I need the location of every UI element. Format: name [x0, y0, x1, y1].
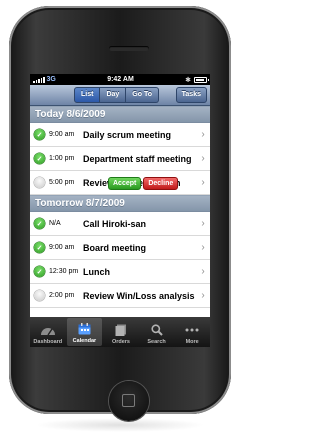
event-row[interactable]: ✓ 9:00 am Daily scrum meeting › — [30, 123, 210, 147]
accepted-check-icon: ✓ — [34, 242, 45, 253]
event-title: Call Hiroki-san — [83, 218, 147, 229]
chevron-right-icon: › — [201, 129, 205, 140]
chevron-right-icon: › — [201, 177, 205, 188]
network-label: 3G — [46, 76, 56, 83]
home-button[interactable] — [109, 381, 149, 421]
app-screen: 3G 9:42 AM ✱ List Day Go To Tasks Today … — [30, 74, 210, 347]
invite-actions: Accept Decline — [108, 177, 179, 190]
tab-search[interactable]: Search — [139, 317, 175, 347]
home-square-icon — [122, 394, 135, 407]
dashboard-icon — [40, 324, 56, 336]
pending-circle-icon — [34, 177, 45, 188]
event-row-pending[interactable]: 5:00 pm Review marketing plan › Accept D… — [30, 171, 210, 195]
event-title: Daily scrum meeting — [83, 129, 172, 140]
tab-label: Search — [147, 339, 166, 345]
accepted-check-icon: ✓ — [34, 218, 45, 229]
accepted-check-icon: ✓ — [34, 129, 45, 140]
event-title: Review Win/Loss analysis — [83, 290, 195, 301]
event-row[interactable]: 2:00 pm Review Win/Loss analysis › — [30, 284, 210, 308]
event-row[interactable]: ✓ N/A Call Hiroki-san › — [30, 212, 210, 236]
segment-list[interactable]: List — [74, 87, 101, 103]
status-bar: 3G 9:42 AM ✱ — [30, 74, 210, 85]
segment-goto[interactable]: Go To — [126, 87, 159, 103]
tab-label: Calendar — [72, 338, 97, 344]
tab-label: Dashboard — [33, 339, 63, 345]
event-time: 9:00 am — [49, 131, 75, 138]
more-icon — [185, 324, 199, 336]
calendar-icon — [78, 323, 91, 335]
decline-button[interactable]: Decline — [143, 177, 179, 190]
event-row[interactable]: ✓ 12:30 pm Lunch › — [30, 260, 210, 284]
event-time: 9:00 am — [49, 244, 75, 251]
section-header-today: Today 8/6/2009 — [30, 106, 210, 123]
event-row[interactable]: ✓ 1:00 pm Department staff meeting › — [30, 147, 210, 171]
event-time: 12:30 pm — [49, 268, 79, 275]
chevron-right-icon: › — [201, 266, 205, 277]
search-icon — [150, 324, 163, 336]
event-time: 1:00 pm — [49, 155, 75, 162]
tab-label: More — [185, 339, 199, 345]
segment-day[interactable]: Day — [100, 87, 127, 103]
chevron-right-icon: › — [201, 242, 205, 253]
tab-more[interactable]: More — [174, 317, 210, 347]
event-time: 5:00 pm — [49, 179, 75, 186]
pending-circle-icon — [34, 290, 45, 301]
tab-label: Orders — [111, 339, 130, 345]
bluetooth-icon: ✱ — [185, 76, 191, 84]
chevron-right-icon: › — [201, 290, 205, 301]
tab-orders[interactable]: Orders — [103, 317, 139, 347]
tab-dashboard[interactable]: Dashboard — [30, 317, 66, 347]
earpiece-speaker — [109, 46, 149, 51]
event-row[interactable]: ✓ 9:00 am Board meeting › — [30, 236, 210, 260]
device-reflection — [35, 418, 205, 432]
accepted-check-icon: ✓ — [34, 153, 45, 164]
event-title: Department staff meeting — [83, 153, 192, 164]
event-title: Board meeting — [83, 242, 147, 253]
chevron-right-icon: › — [201, 218, 205, 229]
section-header-tomorrow: Tomorrow 8/7/2009 — [30, 195, 210, 212]
battery-icon — [194, 76, 209, 83]
orders-icon — [115, 324, 127, 336]
tab-calendar[interactable]: Calendar — [66, 318, 103, 346]
accept-button[interactable]: Accept — [108, 177, 142, 190]
tab-bar: Dashboard Calendar Orders Search More — [30, 317, 210, 347]
signal-bars-icon — [33, 76, 45, 83]
event-time: 2:00 pm — [49, 292, 75, 299]
tasks-button[interactable]: Tasks — [175, 87, 207, 103]
navigation-bar: List Day Go To Tasks — [30, 85, 210, 106]
chevron-right-icon: › — [201, 153, 205, 164]
clock: 9:42 AM — [107, 76, 134, 83]
event-title: Lunch — [83, 266, 110, 277]
accepted-check-icon: ✓ — [34, 266, 45, 277]
view-segmented-control: List Day Go To — [74, 87, 159, 103]
event-time: N/A — [49, 220, 61, 227]
